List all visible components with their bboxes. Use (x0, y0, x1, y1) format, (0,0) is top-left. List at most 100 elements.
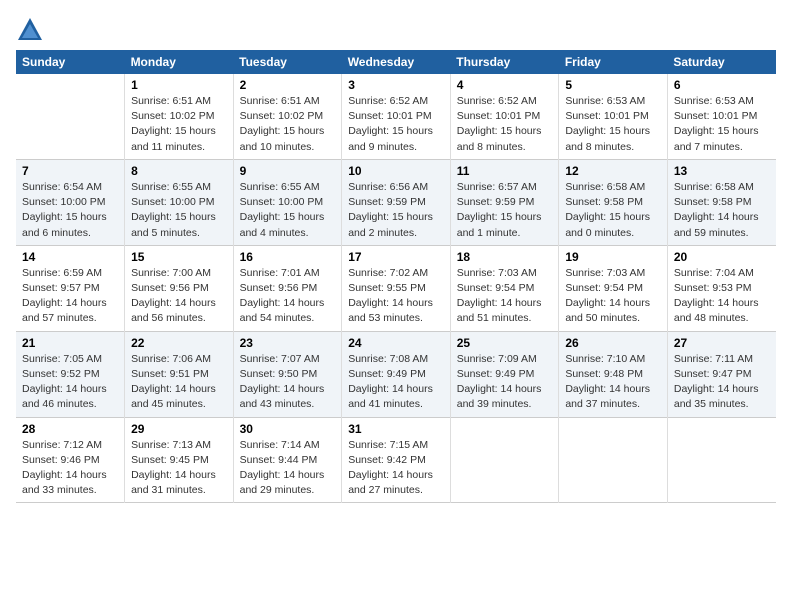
calendar-cell: 13 Sunrise: 6:58 AMSunset: 9:58 PMDayligh… (667, 159, 776, 245)
calendar-week-row: 1 Sunrise: 6:51 AMSunset: 10:02 PMDayligh… (16, 74, 776, 159)
calendar-cell: 27Sunrise: 7:11 AMSunset: 9:47 PMDayligh… (667, 331, 776, 417)
day-info: Sunrise: 7:01 AMSunset: 9:56 PMDaylight:… (240, 266, 336, 327)
day-info: Sunrise: 7:07 AMSunset: 9:50 PMDaylight:… (240, 352, 336, 413)
calendar-cell: 2 Sunrise: 6:51 AMSunset: 10:02 PMDayligh… (233, 74, 342, 159)
day-number: 29 (131, 422, 227, 436)
calendar-cell: 18 Sunrise: 7:03 AMSunset: 9:54 PMDayligh… (450, 245, 559, 331)
day-number: 20 (674, 250, 770, 264)
day-info: Sunrise: 7:04 AMSunset: 9:53 PMDaylight:… (674, 266, 770, 327)
day-of-week-header: Friday (559, 50, 668, 74)
day-number: 14 (22, 250, 118, 264)
day-number: 3 (348, 78, 444, 92)
day-info: Sunrise: 6:52 AMSunset: 10:01 PMDaylight… (457, 94, 553, 155)
page-header (16, 16, 776, 44)
calendar-week-row: 14 Sunrise: 6:59 AMSunset: 9:57 PMDayligh… (16, 245, 776, 331)
day-number: 18 (457, 250, 553, 264)
day-number: 16 (240, 250, 336, 264)
calendar-cell: 22Sunrise: 7:06 AMSunset: 9:51 PMDayligh… (125, 331, 234, 417)
day-info: Sunrise: 6:55 AMSunset: 10:00 PMDaylight… (131, 180, 227, 241)
day-info: Sunrise: 6:58 AMSunset: 9:58 PMDaylight:… (565, 180, 661, 241)
day-info: Sunrise: 7:03 AMSunset: 9:54 PMDaylight:… (457, 266, 553, 327)
day-number: 11 (457, 164, 553, 178)
day-info: Sunrise: 7:10 AMSunset: 9:48 PMDaylight:… (565, 352, 661, 413)
calendar-cell: 21 Sunrise: 7:05 AMSunset: 9:52 PMDayligh… (16, 331, 125, 417)
calendar-cell: 8 Sunrise: 6:55 AMSunset: 10:00 PMDayligh… (125, 159, 234, 245)
calendar-header: SundayMondayTuesdayWednesdayThursdayFrid… (16, 50, 776, 74)
calendar-cell (667, 417, 776, 503)
days-of-week-row: SundayMondayTuesdayWednesdayThursdayFrid… (16, 50, 776, 74)
calendar-cell: 30Sunrise: 7:14 AMSunset: 9:44 PMDayligh… (233, 417, 342, 503)
calendar-table: SundayMondayTuesdayWednesdayThursdayFrid… (16, 50, 776, 503)
logo (16, 16, 48, 44)
calendar-cell: 23Sunrise: 7:07 AMSunset: 9:50 PMDayligh… (233, 331, 342, 417)
calendar-cell: 25 Sunrise: 7:09 AMSunset: 9:49 PMDayligh… (450, 331, 559, 417)
calendar-cell: 31 Sunrise: 7:15 AMSunset: 9:42 PMDayligh… (342, 417, 451, 503)
day-number: 2 (240, 78, 336, 92)
day-info: Sunrise: 7:09 AMSunset: 9:49 PMDaylight:… (457, 352, 553, 413)
day-info: Sunrise: 7:00 AMSunset: 9:56 PMDaylight:… (131, 266, 227, 327)
day-info: Sunrise: 6:54 AMSunset: 10:00 PMDaylight… (22, 180, 118, 241)
day-info: Sunrise: 6:56 AMSunset: 9:59 PMDaylight:… (348, 180, 444, 241)
day-info: Sunrise: 7:14 AMSunset: 9:44 PMDaylight:… (240, 438, 336, 499)
calendar-cell: 20 Sunrise: 7:04 AMSunset: 9:53 PMDayligh… (667, 245, 776, 331)
day-number: 17 (348, 250, 444, 264)
day-number: 8 (131, 164, 227, 178)
day-info: Sunrise: 6:59 AMSunset: 9:57 PMDaylight:… (22, 266, 118, 327)
day-of-week-header: Saturday (667, 50, 776, 74)
calendar-cell: 11 Sunrise: 6:57 AMSunset: 9:59 PMDayligh… (450, 159, 559, 245)
calendar-cell: 9Sunrise: 6:55 AMSunset: 10:00 PMDayligh… (233, 159, 342, 245)
calendar-cell: 29 Sunrise: 7:13 AMSunset: 9:45 PMDayligh… (125, 417, 234, 503)
day-number: 25 (457, 336, 553, 350)
calendar-cell: 19Sunrise: 7:03 AMSunset: 9:54 PMDayligh… (559, 245, 668, 331)
day-of-week-header: Thursday (450, 50, 559, 74)
day-info: Sunrise: 6:57 AMSunset: 9:59 PMDaylight:… (457, 180, 553, 241)
day-of-week-header: Wednesday (342, 50, 451, 74)
calendar-cell: 15 Sunrise: 7:00 AMSunset: 9:56 PMDayligh… (125, 245, 234, 331)
day-of-week-header: Sunday (16, 50, 125, 74)
day-info: Sunrise: 6:51 AMSunset: 10:02 PMDaylight… (131, 94, 227, 155)
day-info: Sunrise: 7:03 AMSunset: 9:54 PMDaylight:… (565, 266, 661, 327)
day-number: 31 (348, 422, 444, 436)
day-of-week-header: Monday (125, 50, 234, 74)
calendar-cell: 12 Sunrise: 6:58 AMSunset: 9:58 PMDayligh… (559, 159, 668, 245)
day-info: Sunrise: 7:13 AMSunset: 9:45 PMDaylight:… (131, 438, 227, 499)
day-info: Sunrise: 6:58 AMSunset: 9:58 PMDaylight:… (674, 180, 770, 241)
calendar-cell: 7 Sunrise: 6:54 AMSunset: 10:00 PMDayligh… (16, 159, 125, 245)
calendar-cell: 28Sunrise: 7:12 AMSunset: 9:46 PMDayligh… (16, 417, 125, 503)
calendar-week-row: 28Sunrise: 7:12 AMSunset: 9:46 PMDayligh… (16, 417, 776, 503)
day-info: Sunrise: 7:05 AMSunset: 9:52 PMDaylight:… (22, 352, 118, 413)
day-info: Sunrise: 6:53 AMSunset: 10:01 PMDaylight… (674, 94, 770, 155)
day-info: Sunrise: 7:06 AMSunset: 9:51 PMDaylight:… (131, 352, 227, 413)
day-number: 21 (22, 336, 118, 350)
calendar-cell (16, 74, 125, 159)
calendar-cell: 10 Sunrise: 6:56 AMSunset: 9:59 PMDayligh… (342, 159, 451, 245)
calendar-week-row: 21 Sunrise: 7:05 AMSunset: 9:52 PMDayligh… (16, 331, 776, 417)
day-info: Sunrise: 7:11 AMSunset: 9:47 PMDaylight:… (674, 352, 770, 413)
day-info: Sunrise: 6:53 AMSunset: 10:01 PMDaylight… (565, 94, 661, 155)
day-number: 5 (565, 78, 661, 92)
day-number: 10 (348, 164, 444, 178)
day-number: 7 (22, 164, 118, 178)
calendar-cell (450, 417, 559, 503)
day-number: 13 (674, 164, 770, 178)
calendar-cell: 4 Sunrise: 6:52 AMSunset: 10:01 PMDayligh… (450, 74, 559, 159)
calendar-cell: 24 Sunrise: 7:08 AMSunset: 9:49 PMDayligh… (342, 331, 451, 417)
calendar-cell (559, 417, 668, 503)
day-number: 24 (348, 336, 444, 350)
day-number: 15 (131, 250, 227, 264)
day-info: Sunrise: 6:52 AMSunset: 10:01 PMDaylight… (348, 94, 444, 155)
day-number: 1 (131, 78, 227, 92)
day-info: Sunrise: 6:51 AMSunset: 10:02 PMDaylight… (240, 94, 336, 155)
logo-icon (16, 16, 44, 44)
day-number: 12 (565, 164, 661, 178)
day-number: 26 (565, 336, 661, 350)
calendar-cell: 14 Sunrise: 6:59 AMSunset: 9:57 PMDayligh… (16, 245, 125, 331)
day-number: 4 (457, 78, 553, 92)
calendar-cell: 16 Sunrise: 7:01 AMSunset: 9:56 PMDayligh… (233, 245, 342, 331)
day-info: Sunrise: 6:55 AMSunset: 10:00 PMDaylight… (240, 180, 336, 241)
day-info: Sunrise: 7:08 AMSunset: 9:49 PMDaylight:… (348, 352, 444, 413)
calendar-body: 1 Sunrise: 6:51 AMSunset: 10:02 PMDayligh… (16, 74, 776, 503)
day-number: 28 (22, 422, 118, 436)
day-info: Sunrise: 7:15 AMSunset: 9:42 PMDaylight:… (348, 438, 444, 499)
day-of-week-header: Tuesday (233, 50, 342, 74)
